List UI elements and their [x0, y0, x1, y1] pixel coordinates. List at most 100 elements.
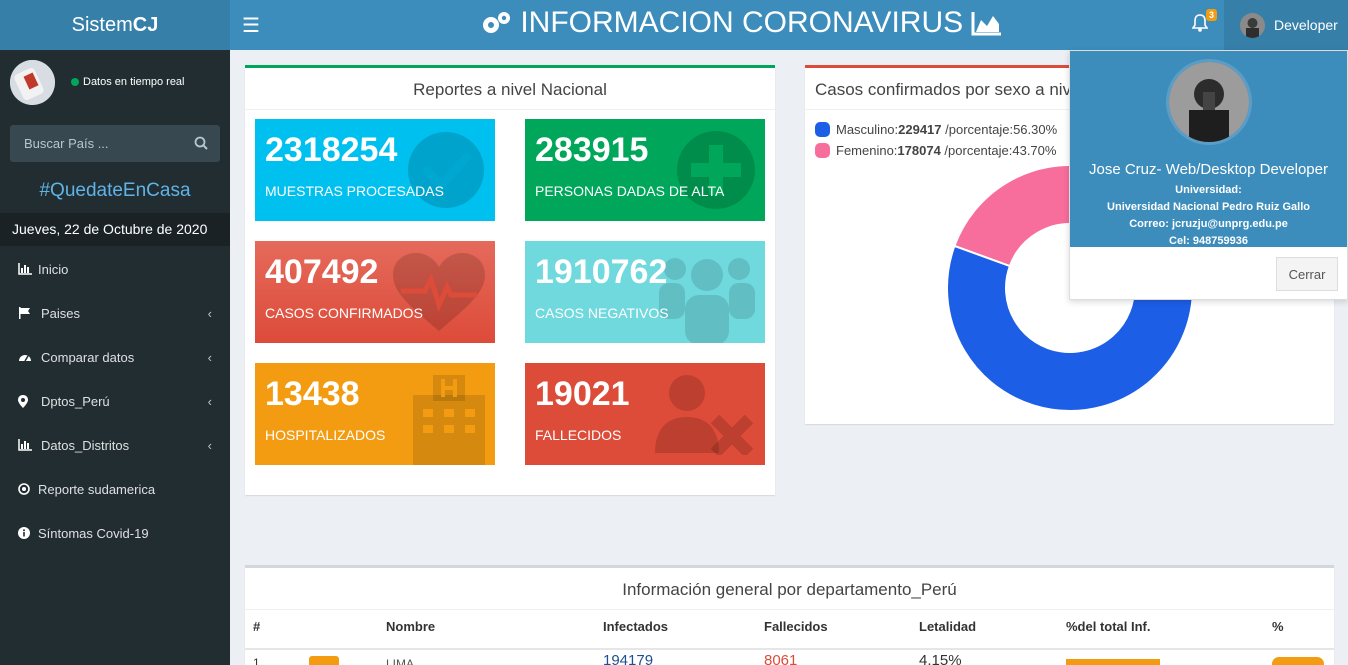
tile-value: 283915 — [535, 131, 649, 169]
hospital-icon — [413, 375, 485, 465]
user-name: Developer — [1274, 17, 1338, 33]
tile-value: 1910762 — [535, 253, 668, 291]
sidebar-item-label: Datos_Distritos — [41, 438, 130, 453]
tile-value: 2318254 — [265, 131, 398, 169]
search-input[interactable] — [10, 125, 185, 162]
map-marker-icon — [18, 395, 28, 408]
col-header-fallecidos[interactable]: Fallecidos — [764, 619, 828, 634]
tile-label: MUESTRAS PROCESADAS — [265, 183, 444, 199]
legend-swatch — [815, 122, 830, 137]
area-chart-icon — [971, 12, 1002, 36]
tile-value: 13438 — [265, 375, 360, 413]
bar-chart-icon — [18, 439, 32, 451]
col-header-infectados[interactable]: Infectados — [603, 619, 668, 634]
top-navbar: ☰ INFORMACION CORONAVIRUS 3 Developer — [230, 0, 1348, 50]
app-logo[interactable]: SistemCJ — [0, 0, 230, 50]
logo-suffix: CJ — [132, 14, 159, 36]
chevron-left-icon: ‹ — [207, 306, 212, 321]
target-icon — [18, 483, 30, 495]
legend-label: Masculino: — [836, 122, 899, 137]
profile-name: Jose Cruz- Web/Desktop Developer — [1089, 161, 1328, 178]
profile-photo — [1166, 59, 1252, 145]
sidebar-item-label: Inicio — [38, 262, 69, 277]
users-icon — [659, 258, 755, 343]
search-icon[interactable] — [194, 136, 208, 150]
national-report-panel: Reportes a nivel Nacional 2318254 MUESTR… — [245, 65, 775, 495]
sidebar-item-label: Síntomas Covid-19 — [38, 526, 149, 541]
sidebar-item-label: Dptos_Perú — [41, 394, 110, 409]
tile-dados-de-alta[interactable]: 283915 PERSONAS DADAS DE ALTA — [525, 119, 765, 221]
logo-prefix: Sistem — [71, 14, 133, 36]
tile-casos-confirmados[interactable]: 407492 CASOS CONFIRMADOS — [255, 241, 495, 343]
row-infected: 194179 — [603, 652, 654, 665]
chevron-left-icon: ‹ — [207, 394, 212, 409]
search-form — [10, 125, 220, 162]
tile-value: 407492 — [265, 253, 379, 291]
rank-badge — [309, 656, 339, 665]
page-title: INFORMACION CORONAVIRUS — [480, 6, 1003, 40]
sidebar-avatar — [10, 60, 55, 105]
legend-percent: /porcentaje:43.70% — [940, 143, 1057, 158]
sidebar-item-label: Paises — [41, 306, 81, 321]
sidebar-item-inicio[interactable]: Inicio — [0, 248, 230, 292]
page-title-text: INFORMACION CORONAVIRUS — [520, 6, 964, 39]
sidebar-item-comparar[interactable]: Comparar datos ‹ — [0, 336, 230, 380]
legend-percent: /porcentaje:56.30% — [941, 122, 1058, 137]
col-header-total-inf[interactable]: %del total Inf. — [1066, 619, 1151, 634]
panel-title: Reportes a nivel Nacional — [413, 80, 607, 99]
close-button[interactable]: Cerrar — [1276, 257, 1338, 291]
profile-university-label: Universidad: — [1175, 184, 1242, 196]
panel-title: Información general por departamento_Per… — [622, 580, 957, 599]
sidebar-item-sintomas[interactable]: Síntomas Covid-19 — [0, 512, 230, 556]
legend-value: 178074 — [897, 143, 941, 158]
tile-value: 19021 — [535, 375, 630, 413]
tile-label: FALLECIDOS — [535, 427, 622, 443]
sidebar-item-label: Comparar datos — [41, 350, 135, 365]
online-status-icon — [71, 78, 79, 86]
sidebar-item-dptos-peru[interactable]: Dptos_Perú ‹ — [0, 380, 230, 424]
legend-label: Femenino: — [836, 143, 898, 158]
percent-badge — [1272, 657, 1324, 665]
tile-label: CASOS NEGATIVOS — [535, 305, 669, 321]
bar-chart-icon — [18, 263, 32, 275]
status-text: Datos en tiempo real — [83, 76, 185, 88]
col-header-letalidad[interactable]: Letalidad — [919, 619, 976, 634]
chevron-left-icon: ‹ — [207, 438, 212, 453]
departments-table-panel: Información general por departamento_Per… — [245, 565, 1334, 665]
col-header-percent[interactable]: % — [1272, 619, 1284, 634]
sidebar-item-datos-distritos[interactable]: Datos_Distritos ‹ — [0, 424, 230, 468]
row-deaths: 8061 — [764, 652, 798, 665]
sidebar-item-label: Reporte sudamerica — [38, 482, 156, 497]
tile-muestras-procesadas[interactable]: 2318254 MUESTRAS PROCESADAS — [255, 119, 495, 221]
sidebar-item-paises[interactable]: Paises ‹ — [0, 292, 230, 336]
sidebar: Datos en tiempo real #QuedateEnCasa Juev… — [0, 50, 230, 665]
col-header-index[interactable]: # — [253, 619, 260, 634]
profile-email: Correo: jcruzju@unprg.edu.pe — [1129, 218, 1288, 230]
tile-label: CASOS CONFIRMADOS — [265, 305, 423, 321]
user-times-icon — [655, 375, 754, 455]
row-lethality: 4.15% — [919, 652, 962, 665]
tile-casos-negativos[interactable]: 1910762 CASOS NEGATIVOS — [525, 241, 765, 343]
info-icon — [18, 527, 30, 539]
user-header: Jose Cruz- Web/Desktop Developer Univers… — [1070, 51, 1347, 247]
tile-hospitalizados[interactable]: 13438 HOSPITALIZADOS — [255, 363, 495, 465]
tile-label: PERSONAS DADAS DE ALTA — [535, 183, 725, 199]
legend-masculino: Masculino:229417 /porcentaje:56.30% — [815, 122, 1057, 137]
tile-fallecidos[interactable]: 19021 FALLECIDOS — [525, 363, 765, 465]
flag-icon — [19, 307, 30, 319]
tile-label: HOSPITALIZADOS — [265, 427, 386, 443]
sidebar-toggle-icon[interactable]: ☰ — [242, 13, 260, 38]
notification-badge: 3 — [1206, 9, 1218, 21]
row-index: 1 — [253, 656, 260, 665]
col-header-nombre[interactable]: Nombre — [386, 619, 435, 634]
avatar — [1240, 13, 1265, 38]
current-date: Jueves, 22 de Octubre de 2020 — [0, 213, 230, 246]
legend-femenino: Femenino:178074 /porcentaje:43.70% — [815, 143, 1056, 158]
gears-icon — [483, 12, 510, 33]
sidebar-item-reporte-sudamerica[interactable]: Reporte sudamerica — [0, 468, 230, 512]
total-inf-bar — [1066, 659, 1160, 665]
legend-swatch — [815, 143, 830, 158]
hashtag: #QuedateEnCasa — [39, 180, 191, 201]
chevron-left-icon: ‹ — [207, 350, 212, 365]
user-menu[interactable]: Developer — [1224, 0, 1348, 50]
